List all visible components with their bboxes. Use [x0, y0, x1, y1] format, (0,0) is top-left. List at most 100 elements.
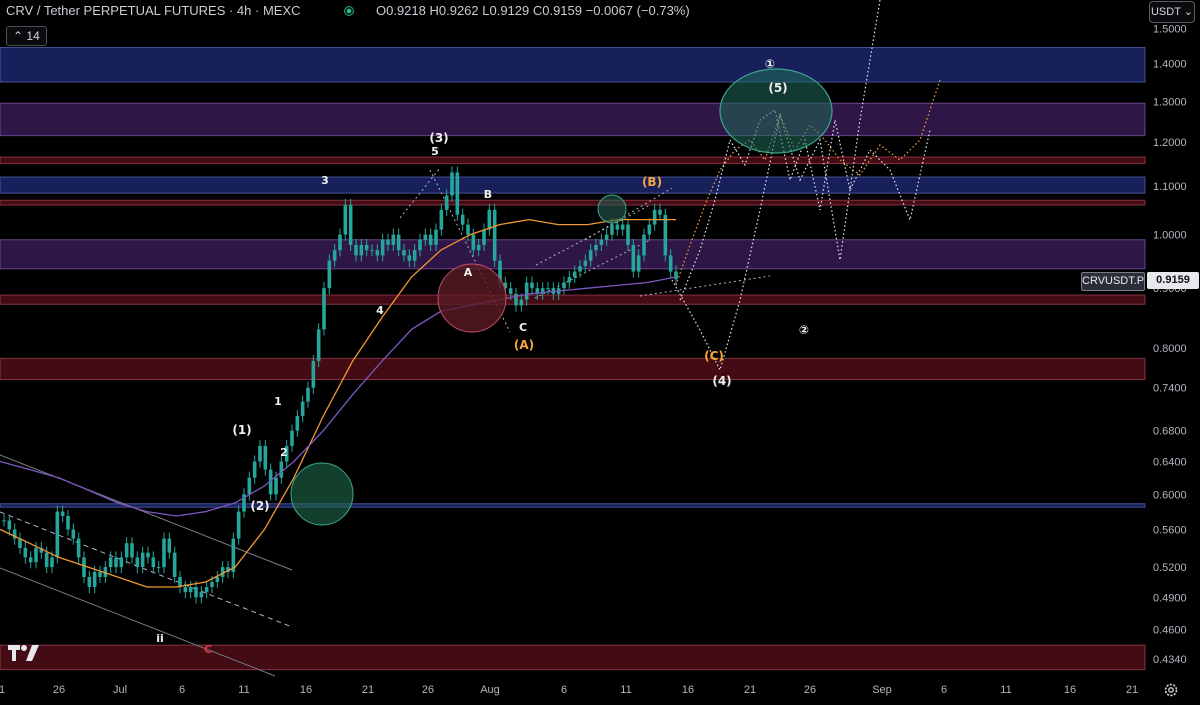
x-tick-label: Aug: [480, 684, 500, 696]
x-tick-label: 11: [620, 684, 631, 696]
candle-body: [332, 250, 337, 261]
candle: [647, 218, 652, 241]
x-tick-label: 26: [53, 684, 65, 696]
candle-body: [572, 271, 577, 278]
candle: [188, 580, 193, 599]
currency-dropdown[interactable]: USDT ⌄: [1149, 1, 1195, 23]
candle-body: [615, 224, 620, 230]
candle-body: [146, 552, 150, 558]
candle-body: [28, 557, 33, 563]
x-tick-label: 6: [561, 684, 567, 696]
candle-body: [23, 547, 28, 558]
wave-label: ②: [799, 323, 809, 337]
market-status-icon[interactable]: [344, 6, 354, 16]
x-tick-label: 21: [744, 684, 756, 696]
candle-body: [215, 576, 220, 582]
y-tick-label: 0.4340: [1153, 654, 1187, 666]
trendline: [0, 511, 293, 628]
candle: [162, 532, 166, 574]
candle: [156, 561, 161, 574]
candle: [60, 505, 65, 523]
zone-red-9: [0, 644, 1146, 671]
wave-label: ①: [765, 57, 775, 71]
candle-body: [450, 172, 454, 196]
candle: [146, 546, 150, 564]
collapse-indicators-button[interactable]: ⌃ 14: [6, 26, 47, 46]
zone-blue-8: [0, 503, 1146, 508]
candle-body: [407, 255, 412, 261]
candle-body: [108, 557, 113, 568]
candle: [12, 523, 17, 545]
candle: [466, 218, 470, 241]
wave-labels: (3)5 3 B (B) ① (5) A C (A) 4 ② (C) (4) 1 (1) 2 (2) ii C: [156, 57, 809, 656]
x-tick-label: 6: [179, 684, 185, 696]
x-tick-label: 6: [941, 684, 947, 696]
candle: [7, 514, 12, 536]
candle: [82, 551, 86, 584]
wave-label: (4): [712, 374, 731, 388]
y-tick-label: 0.5200: [1153, 562, 1187, 574]
candle-body: [444, 195, 449, 210]
candle-body: [199, 592, 204, 598]
candle: [658, 203, 662, 221]
symbol-title[interactable]: CRV / Tether PERPETUAL FUTURES · 4h · ME…: [6, 0, 301, 22]
candle-body: [663, 214, 668, 256]
candle-body: [492, 209, 497, 261]
candle: [279, 455, 284, 484]
candle-body: [567, 277, 572, 283]
candle-body: [476, 244, 481, 251]
candle-body: [668, 255, 673, 272]
candle: [300, 395, 305, 423]
y-tick-label: 1.1000: [1153, 181, 1187, 193]
chevron-down-icon: ⌄: [1183, 6, 1194, 18]
candle-body: [610, 224, 614, 235]
candle: [204, 580, 209, 599]
candle-body: [98, 572, 102, 577]
y-tick-label: 1.2000: [1153, 137, 1187, 149]
candle: [316, 323, 321, 368]
y-tick-label: 0.7400: [1153, 383, 1187, 395]
candle-body: [151, 557, 156, 568]
wave-label: C: [204, 643, 212, 656]
candle-body: [583, 260, 588, 267]
candle-body: [82, 557, 86, 577]
candle-body: [546, 288, 550, 290]
x-tick-label: Jul: [113, 684, 127, 696]
currency-label: USDT: [1150, 6, 1181, 18]
candle-body: [391, 234, 396, 245]
wave-label: (2): [250, 499, 269, 513]
candle-body: [236, 511, 241, 539]
symbol-tag: CRVUSDT.P: [1081, 272, 1145, 291]
candle-body: [114, 557, 118, 568]
indicator-count: 14: [26, 29, 40, 43]
tradingview-logo-icon[interactable]: [8, 645, 40, 663]
x-tick-label: 16: [300, 684, 312, 696]
time-axis[interactable]: 1 26 Jul 6 11 16 21 26 Aug 6 11 16 21 26 Sep 6 11 16 21: [0, 684, 1138, 696]
candle-body: [508, 288, 513, 294]
candle: [487, 203, 492, 236]
zone-red-4: [0, 199, 1146, 206]
candle-body: [300, 401, 305, 416]
candle-body: [439, 209, 444, 230]
candle-body: [487, 209, 492, 230]
candle-body: [7, 520, 12, 530]
price-axis[interactable]: 1.50001.40001.30001.20001.10001.00000.90…: [1153, 24, 1187, 667]
candle-body: [279, 461, 284, 478]
candle-body: [599, 239, 604, 245]
candle-body: [460, 214, 465, 225]
zone-red-6: [0, 294, 1146, 305]
candle-body: [34, 547, 38, 563]
price-chart[interactable]: (3)5 3 B (B) ① (5) A C (A) 4 ② (C) (4) 1 (1) 2 (2) ii C 1.…: [0, 0, 1200, 705]
candle-body: [50, 557, 54, 568]
candle-body: [316, 329, 321, 361]
wave-label: (A): [514, 338, 534, 352]
candle: [263, 439, 268, 476]
candle-body: [204, 587, 209, 593]
candle: [114, 551, 118, 574]
candle-body: [348, 205, 353, 245]
wave-label: (C): [704, 349, 724, 363]
settings-gear-icon[interactable]: [1163, 682, 1179, 698]
candle-body: [247, 477, 252, 495]
candle: [135, 551, 140, 574]
wave-label: 1: [274, 395, 282, 408]
